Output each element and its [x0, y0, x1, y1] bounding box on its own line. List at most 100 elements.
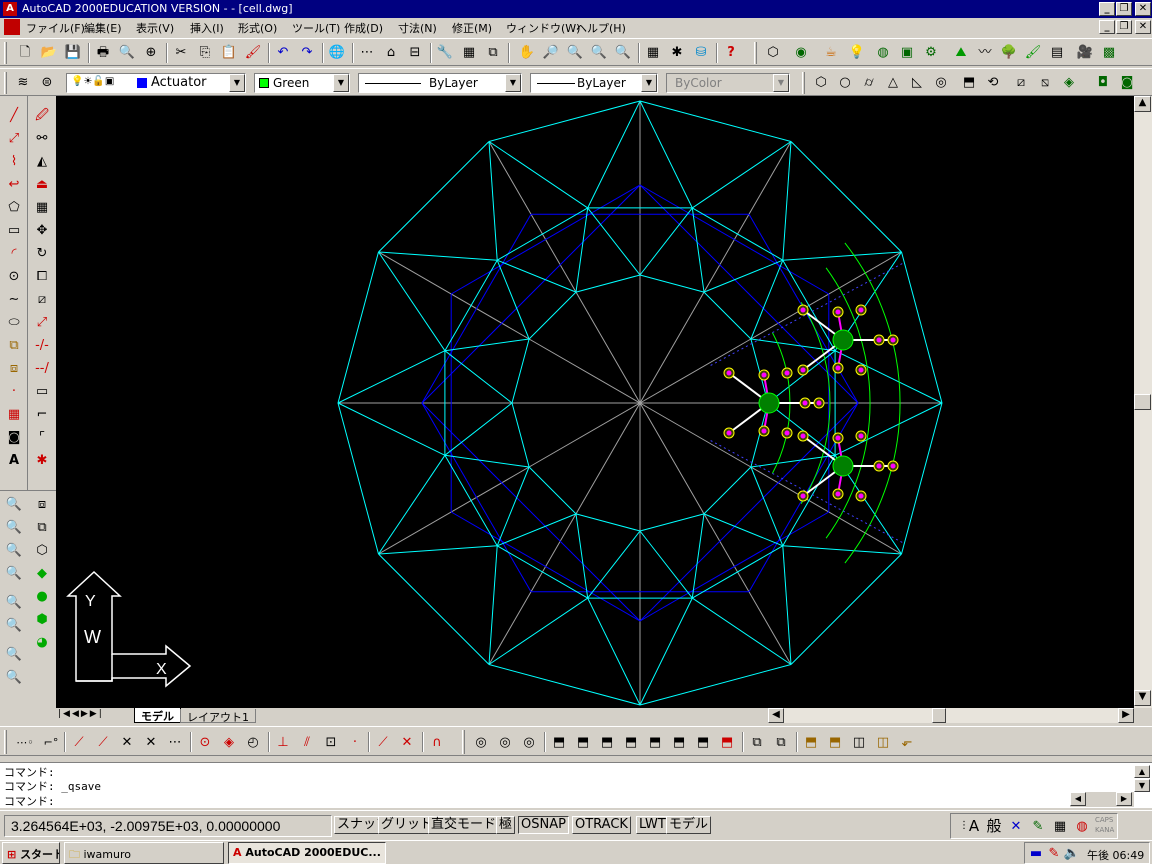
iso-view-icon[interactable]: ⬡ [30, 539, 54, 562]
taskbar-item-autocad[interactable]: A AutoCAD 2000EDUC... [228, 842, 386, 864]
mirror3d-icon[interactable]: ◫ [848, 731, 870, 753]
fillet-icon[interactable]: ⌜ [30, 426, 54, 449]
render-save-icon[interactable]: ▩ [1098, 41, 1120, 63]
app-icon[interactable]: A [3, 2, 17, 16]
actuator-node-core[interactable] [761, 428, 767, 434]
menu-dimension[interactable]: 寸法(N) [398, 20, 437, 36]
doc-close-button[interactable]: ✕ [1135, 20, 1151, 34]
design-center-icon[interactable]: ▦ [458, 41, 480, 63]
menu-insert[interactable]: 挿入(I) [190, 20, 224, 36]
pan-icon[interactable]: ✋ [516, 41, 538, 63]
ucs-apply-icon[interactable]: ⬒ [716, 731, 738, 753]
snap-from-icon[interactable]: ⋯ [356, 41, 378, 63]
actuator-node-core[interactable] [876, 463, 882, 469]
actuator-node-core[interactable] [858, 433, 864, 439]
vertical-scrollbar[interactable]: ▲ ▼ [1134, 96, 1152, 708]
osnap-button[interactable]: OSNAP [518, 816, 569, 834]
actuator-node-core[interactable] [726, 430, 732, 436]
snap-intersection-icon[interactable]: ✕ [116, 731, 138, 753]
temp-track-icon[interactable]: ⋯◦ [14, 731, 36, 753]
actuator-hub[interactable] [832, 329, 854, 351]
hscroll-thumb[interactable] [932, 708, 946, 723]
paste-icon[interactable]: 📋 [218, 41, 240, 63]
actuator-node-core[interactable] [761, 372, 767, 378]
actuator-node-core[interactable] [835, 309, 841, 315]
zoom-realtime-icon[interactable]: 🔎 [540, 41, 562, 63]
toolbar-grip[interactable] [4, 730, 7, 754]
tray-network-icon[interactable]: ▬ [1027, 843, 1045, 863]
wedge-icon[interactable]: ◺ [906, 71, 928, 93]
ucs-zaxis-icon[interactable]: ⬒ [572, 731, 594, 753]
close-button[interactable]: ✕ [1135, 2, 1151, 16]
actuator-node-core[interactable] [726, 370, 732, 376]
menu-draw[interactable]: 作成(D) [344, 20, 383, 36]
scene-icon[interactable]: ⚙ [920, 41, 942, 63]
layer-manager-icon[interactable]: ≋ [12, 71, 34, 93]
stretch-icon[interactable]: ⧄ [30, 288, 54, 311]
ucs-named-icon[interactable]: ⧉ [746, 731, 768, 753]
array3d-icon[interactable]: ◫ [872, 731, 894, 753]
materials-icon[interactable]: ◍ [872, 41, 894, 63]
ucs-face-icon[interactable]: ◎ [518, 731, 540, 753]
actuator-hub[interactable] [758, 392, 780, 414]
cmd-scroll-down-button[interactable]: ▼ [1134, 779, 1150, 792]
cone-icon[interactable]: △ [882, 71, 904, 93]
section-icon[interactable]: ⧅ [1034, 71, 1056, 93]
snap-perpendicular-icon[interactable]: ⊥ [272, 731, 294, 753]
command-window[interactable]: コマンド: コマンド: _qsave コマンド: ▲ ▼ ◀ ▶ [0, 762, 1152, 808]
mirror-icon[interactable]: ◭ [30, 150, 54, 173]
trim-icon[interactable]: -/- [30, 334, 54, 357]
doc-restore-button[interactable]: ❐ [1116, 20, 1132, 34]
extend-icon[interactable]: --/ [30, 357, 54, 380]
hatch-icon[interactable]: ▦ [2, 403, 26, 426]
menu-format[interactable]: 形式(O) [238, 20, 277, 36]
actuator-node-core[interactable] [858, 367, 864, 373]
ucs-origin-icon[interactable]: ⬒ [548, 731, 570, 753]
scale-icon[interactable]: ⧠ [30, 265, 54, 288]
tray-pen-icon[interactable]: ✎ [1045, 843, 1063, 863]
ime-mode-a[interactable]: A [963, 815, 985, 837]
restore-button[interactable]: ❐ [1116, 2, 1132, 16]
fog-icon[interactable]: 〰 [974, 41, 996, 63]
coordinates-display[interactable]: 3.264564E+03, -2.00975E+03, 0.00000000 [4, 815, 332, 837]
cmd-hscroll-left[interactable]: ◀ [1070, 792, 1086, 806]
paint-icon[interactable]: 🖌 [1022, 41, 1044, 63]
box-icon[interactable]: ⬡ [810, 71, 832, 93]
actuator-node-core[interactable] [784, 370, 790, 376]
ucs-x-icon[interactable]: ⬒ [620, 731, 642, 753]
snap-parallel-icon[interactable]: ⫽ [296, 731, 318, 753]
actuator-node-core[interactable] [800, 493, 806, 499]
cmd-scroll-up-button[interactable]: ▲ [1134, 765, 1150, 778]
construction-line-icon[interactable]: ⤢ [2, 127, 26, 150]
taskbar-item-iwamuro[interactable]: 🗀 iwamuro [64, 842, 224, 864]
mapping-icon[interactable]: ▣ [896, 41, 918, 63]
snap-tangent-icon[interactable]: ◴ [242, 731, 264, 753]
database-icon[interactable]: ⛁ [690, 41, 712, 63]
zoom-window-icon[interactable]: 🔍 [564, 41, 586, 63]
menu-help[interactable]: ヘルプ(H) [576, 20, 626, 36]
align-icon[interactable]: ⬒ [800, 731, 822, 753]
ortho-button[interactable]: 直交モード [428, 816, 500, 834]
make-block-icon[interactable]: ⧈ [2, 357, 26, 380]
snap-nearest-icon[interactable]: ⟋ [372, 731, 394, 753]
extrude-icon[interactable]: ⬒ [958, 71, 980, 93]
rectangle-icon[interactable]: ▭ [2, 219, 26, 242]
hscroll-right-button[interactable]: ▶ [1118, 708, 1134, 723]
zoom-in-icon[interactable]: 🔍 [2, 591, 26, 614]
cmd-hscroll[interactable]: ◀ ▶ [1070, 792, 1134, 807]
tab-nav-buttons[interactable]: |◀◀▶▶| [58, 709, 104, 719]
statistics-icon[interactable]: ▤ [1046, 41, 1068, 63]
text-icon[interactable]: A [2, 449, 26, 472]
actuator-node-core[interactable] [800, 433, 806, 439]
lwt-button[interactable]: LWT [636, 816, 669, 834]
copy-object-icon[interactable]: ⚯ [30, 127, 54, 150]
insert-block-icon[interactable]: ⧉ [2, 334, 26, 357]
erase-icon[interactable]: 🖉 [30, 104, 54, 127]
hscroll-left-button[interactable]: ◀ [768, 708, 784, 723]
render-icon[interactable]: ☕ [820, 41, 842, 63]
menu-window[interactable]: ウィンドウ(W) [506, 20, 580, 36]
publish-icon[interactable]: ⊕ [140, 41, 162, 63]
sphere-icon[interactable]: ○ [834, 71, 856, 93]
save-icon[interactable]: 💾 [62, 41, 84, 63]
menu-view[interactable]: 表示(V) [136, 20, 174, 36]
